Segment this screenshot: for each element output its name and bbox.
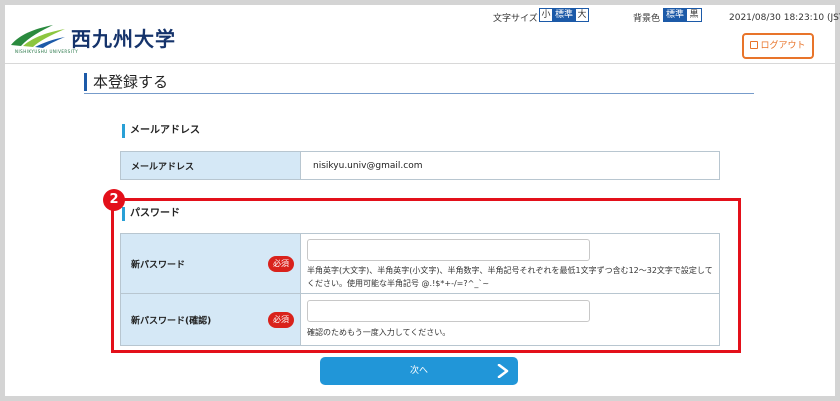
- email-label-cell: メールアドレス: [121, 152, 301, 179]
- email-value: nisikyu.univ@gmail.com: [313, 160, 423, 171]
- chevron-right-icon: [497, 364, 509, 378]
- font-size-label: 文字サイズ: [493, 14, 538, 24]
- logout-icon: [750, 41, 759, 49]
- next-button[interactable]: 次へ: [320, 357, 518, 385]
- bg-color-standard-button[interactable]: 標準: [663, 8, 687, 22]
- logo-mark-icon: [11, 25, 65, 48]
- step-number-badge: 2: [103, 189, 125, 211]
- logo-subtext: NISHIKYUSHU UNIVERSITY: [15, 49, 79, 54]
- page-frame: NISHIKYUSHU UNIVERSITY 西九州大学 文字サイズ 小 標準 …: [5, 5, 840, 396]
- logo-text: 西九州大学: [71, 27, 176, 51]
- page-title: 本登録する: [84, 73, 168, 91]
- header-divider: [5, 63, 835, 64]
- bg-color-label: 背景色: [633, 14, 661, 24]
- email-value-cell: nisikyu.univ@gmail.com: [301, 152, 719, 179]
- font-size-small-button[interactable]: 小: [539, 8, 553, 22]
- current-datetime: 2021/08/30 18:23:10 (JST): [729, 13, 840, 23]
- email-label: メールアドレス: [131, 162, 195, 172]
- font-size-standard-button[interactable]: 標準: [552, 8, 576, 22]
- email-row: メールアドレス nisikyu.univ@gmail.com: [120, 151, 720, 180]
- next-button-label: 次へ: [409, 366, 428, 376]
- logout-label: ログアウト: [760, 41, 806, 51]
- annotation-highlight-box: [111, 198, 741, 353]
- title-underline: [84, 93, 754, 94]
- email-section-heading: メールアドレス: [122, 124, 200, 138]
- font-size-large-button[interactable]: 大: [575, 8, 589, 22]
- logout-button[interactable]: ログアウト: [742, 33, 814, 59]
- bg-color-black-button[interactable]: 黒: [686, 8, 702, 22]
- university-logo[interactable]: NISHIKYUSHU UNIVERSITY 西九州大学: [9, 19, 189, 57]
